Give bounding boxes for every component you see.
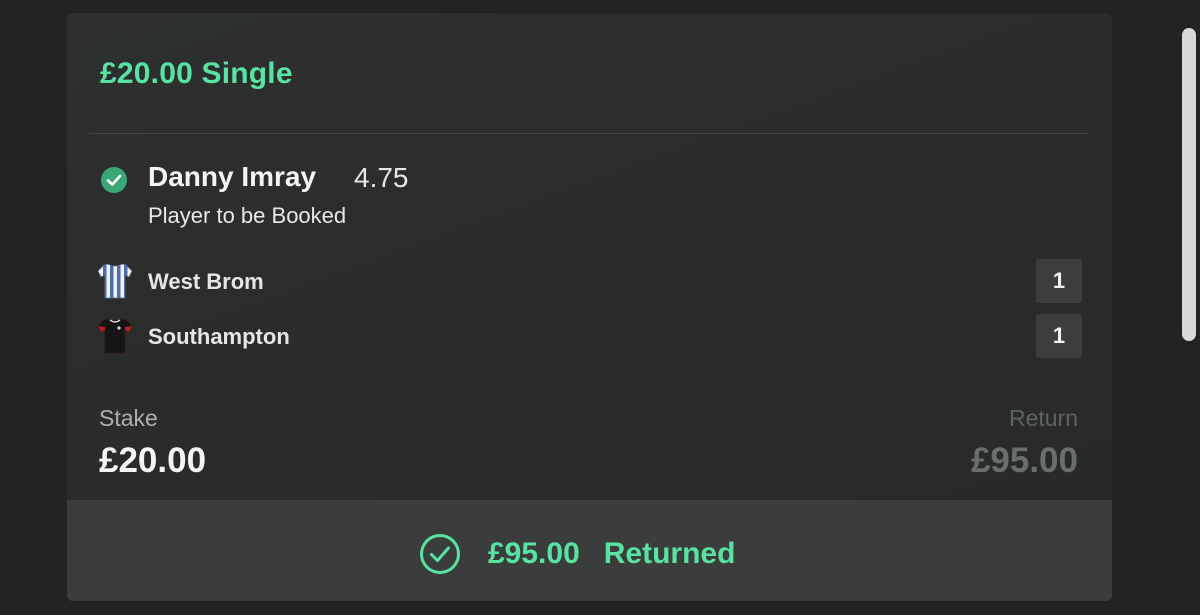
returned-status: Returned [603, 537, 736, 570]
team-row-southampton: Southampton 1 [97, 314, 1082, 358]
striped-shirt-icon [97, 263, 133, 299]
bet-title: £20.00 Single [100, 57, 293, 90]
returned-amount: £95.00 [488, 537, 580, 570]
check-circle-icon [101, 167, 127, 193]
team-name: West Brom [148, 269, 264, 294]
selection-odds: 4.75 [354, 162, 409, 193]
return-value: £95.00 [970, 441, 1078, 480]
stake-value: £20.00 [99, 441, 207, 480]
result-summary: £95.00 Returned [419, 532, 735, 576]
dark-shirt-icon [97, 318, 133, 354]
return-label: Return [1008, 405, 1078, 431]
page: £20.00 Single Danny Imray 4.75 Player to… [0, 0, 1200, 615]
divider [89, 133, 1089, 134]
result-footer: £95.00 Returned [67, 500, 1112, 601]
selection-name: Danny Imray [148, 161, 317, 192]
team-score: 1 [1036, 259, 1082, 303]
team-row-west-brom: West Brom 1 [97, 259, 1082, 303]
market-name: Player to be Booked [148, 203, 347, 228]
scrollbar[interactable] [1182, 28, 1196, 341]
check-circle-outline-icon [420, 534, 460, 574]
team-name: Southampton [148, 324, 290, 349]
stake-label: Stake [99, 405, 158, 431]
bet-card[interactable]: £20.00 Single Danny Imray 4.75 Player to… [67, 13, 1112, 601]
team-score: 1 [1036, 314, 1082, 358]
